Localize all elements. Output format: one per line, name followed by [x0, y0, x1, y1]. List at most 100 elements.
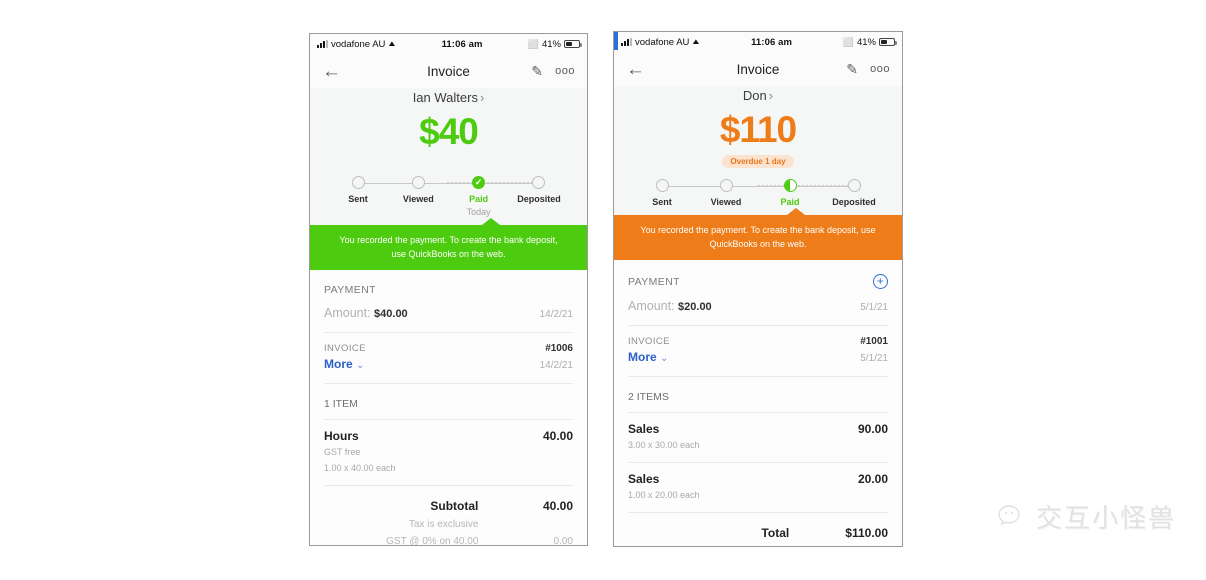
back-arrow-icon[interactable]: ← — [626, 60, 645, 79]
payment-section-header: PAYMENT — [310, 270, 587, 306]
tracker-dot-deposited — [532, 176, 546, 189]
tracker-step-paid[interactable]: Paid — [762, 179, 818, 207]
total-value: $110.00 — [845, 526, 888, 541]
tracker-sublabel: Today — [466, 207, 491, 217]
total-label: GST @ 0% on 40.00 — [386, 536, 479, 546]
chevron-down-icon: ⌄ — [660, 353, 669, 364]
invoice-block: INVOICE #1006 More ⌄ 14/2/21 — [310, 333, 587, 383]
tracker-dot-viewed — [719, 179, 733, 192]
tracker-step-viewed[interactable]: Viewed — [698, 179, 754, 207]
battery-percent-label: 41% — [856, 36, 876, 48]
tracker-dot-viewed — [411, 176, 425, 189]
invoice-hero: Don › $110 Overdue 1 day Sent Viewed Paid Depos… — [614, 86, 902, 215]
tracker-step-deposited[interactable]: Deposited — [511, 176, 567, 217]
plus-circle-icon[interactable]: + — [873, 274, 888, 289]
watermark-text: 交互小怪兽 — [1036, 504, 1177, 534]
tracker-label-viewed: Viewed — [710, 197, 742, 207]
total-row: Total $110.00 — [628, 523, 888, 543]
line-item-amount: 40.00 — [542, 429, 573, 443]
invoice-block: INVOICE #1001 More ⌄ 5/1/21 — [614, 326, 902, 376]
signal-bars-icon — [317, 40, 328, 48]
tracker-dot-paid — [783, 179, 797, 192]
status-tracker: Sent Viewed Paid Today Deposited — [310, 164, 587, 221]
status-bar: vodafone AU ▲ 11:06 am ⬜ 41% — [310, 34, 587, 54]
screenshot-canvas: vodafone AU ▲ 11:06 am ⬜ 41% ← Invoice ✎ ooo Ian … — [0, 0, 1206, 580]
payment-date: 14/2/21 — [539, 309, 573, 320]
window-marker — [614, 32, 618, 50]
invoice-line-top: INVOICE #1001 — [628, 336, 888, 347]
line-item[interactable]: Hours 40.00 GST free 1.00 x 40.00 each — [310, 420, 587, 485]
payment-row[interactable]: Amount: $20.00 5/1/21 — [614, 299, 902, 325]
payment-section-header: PAYMENT + — [614, 260, 902, 299]
invoice-amount: $110 — [719, 109, 797, 150]
total-label: Subtotal — [430, 499, 479, 514]
back-arrow-icon[interactable]: ← — [322, 62, 341, 81]
pencil-icon[interactable]: ✎ — [531, 63, 543, 80]
overflow-menu-icon[interactable]: ooo — [555, 65, 575, 77]
tracker-label-deposited: Deposited — [832, 197, 876, 207]
info-banner-text: You recorded the payment. To create the … — [310, 225, 587, 270]
chevron-right-icon: › — [768, 88, 774, 103]
tracker-steps: Sent Viewed Paid Today Deposited — [330, 176, 567, 217]
total-value: 0.00 — [553, 536, 573, 546]
tracker-step-sent[interactable]: Sent — [330, 176, 386, 217]
chevron-right-icon: › — [479, 90, 485, 105]
payment-row[interactable]: Amount: $40.00 14/2/21 — [310, 306, 587, 332]
tracker-step-deposited[interactable]: Deposited — [826, 179, 882, 207]
more-link[interactable]: More ⌄ — [628, 350, 668, 364]
totals-block: Subtotal 40.00 Tax is exclusive GST @ 0% on… — [310, 486, 587, 546]
line-item[interactable]: Sales 90.00 3.00 x 30.00 each — [614, 413, 902, 462]
total-label: Payment — [628, 546, 789, 547]
tracker-steps: Sent Viewed Paid Deposited — [634, 179, 882, 207]
tracker-dot-deposited — [847, 179, 861, 192]
total-value: 20.00 — [789, 546, 888, 547]
payment-amount-value: $20.00 — [678, 301, 712, 313]
payment-heading: PAYMENT — [628, 275, 680, 288]
nav-bar: ← Invoice ✎ ooo — [310, 54, 587, 88]
clock-label: 11:06 am — [441, 38, 483, 50]
line-item-detail: GST free — [324, 447, 361, 457]
info-banner-text: You recorded the payment. To create the … — [614, 215, 902, 260]
line-item-top: Hours 40.00 — [324, 429, 573, 443]
info-banner-wrap: You recorded the payment. To create the … — [614, 208, 902, 260]
banner-arrow — [786, 208, 805, 215]
tracker-label-paid: Paid — [469, 194, 489, 204]
screen-mirror-icon: ⬜ — [527, 38, 539, 49]
clock-label: 11:06 am — [751, 36, 793, 48]
carrier-label: vodafone AU — [635, 36, 690, 48]
line-item-name: Hours — [324, 429, 359, 443]
tracker-step-viewed[interactable]: Viewed — [390, 176, 446, 217]
total-label: Total — [761, 526, 790, 541]
tracker-dot-sent — [351, 176, 365, 189]
status-tracker: Sent Viewed Paid Deposited — [614, 167, 902, 211]
invoice-number: #1001 — [860, 336, 888, 347]
invoice-sheet: PAYMENT Amount: $40.00 14/2/21 INVOICE #1006… — [310, 270, 587, 546]
status-bar-left: vodafone AU ▲ — [317, 39, 398, 50]
phone-mockup-right: vodafone AU ▲ 11:06 am ⬜ 41% ← Invoice ✎ ooo Don ›… — [613, 31, 903, 547]
signal-bars-icon — [621, 38, 632, 46]
total-row: Payment20.00 — [628, 543, 888, 547]
tracker-step-paid[interactable]: Paid Today — [451, 176, 507, 217]
line-item-detail: 3.00 x 30.00 each — [628, 440, 700, 450]
line-item-name: Sales — [628, 422, 660, 436]
watermark: 交互小怪兽 — [998, 498, 1176, 535]
customer-link[interactable]: Ian Walters › — [310, 88, 587, 105]
tracker-label-sent: Sent — [652, 197, 672, 207]
invoice-date: 14/2/21 — [539, 360, 573, 371]
wifi-icon: ▲ — [691, 37, 702, 46]
tracker-step-sent[interactable]: Sent — [634, 179, 690, 207]
more-link[interactable]: More ⌄ — [324, 357, 364, 371]
nav-bar: ← Invoice ✎ ooo — [614, 52, 902, 86]
invoice-hero: Ian Walters› $40 Sent Viewed Paid Today Deposi… — [310, 88, 587, 225]
status-bar-right: ⬜ 41% — [842, 36, 897, 48]
line-item-top: Sales 20.00 — [628, 472, 888, 486]
customer-link[interactable]: Don › — [614, 86, 902, 103]
invoice-sheet: PAYMENT + Amount: $20.00 5/1/21 INVOICE #1001… — [614, 260, 902, 547]
pencil-icon[interactable]: ✎ — [846, 61, 858, 78]
chevron-down-icon: ⌄ — [356, 360, 365, 371]
payment-amount-label: Amount: $40.00 — [324, 306, 408, 320]
screen-mirror-icon: ⬜ — [842, 36, 854, 47]
overdue-badge-wrap: Overdue 1 day — [614, 151, 902, 168]
line-item[interactable]: Sales 20.00 1.00 x 20.00 each — [614, 463, 902, 512]
overflow-menu-icon[interactable]: ooo — [870, 63, 890, 75]
